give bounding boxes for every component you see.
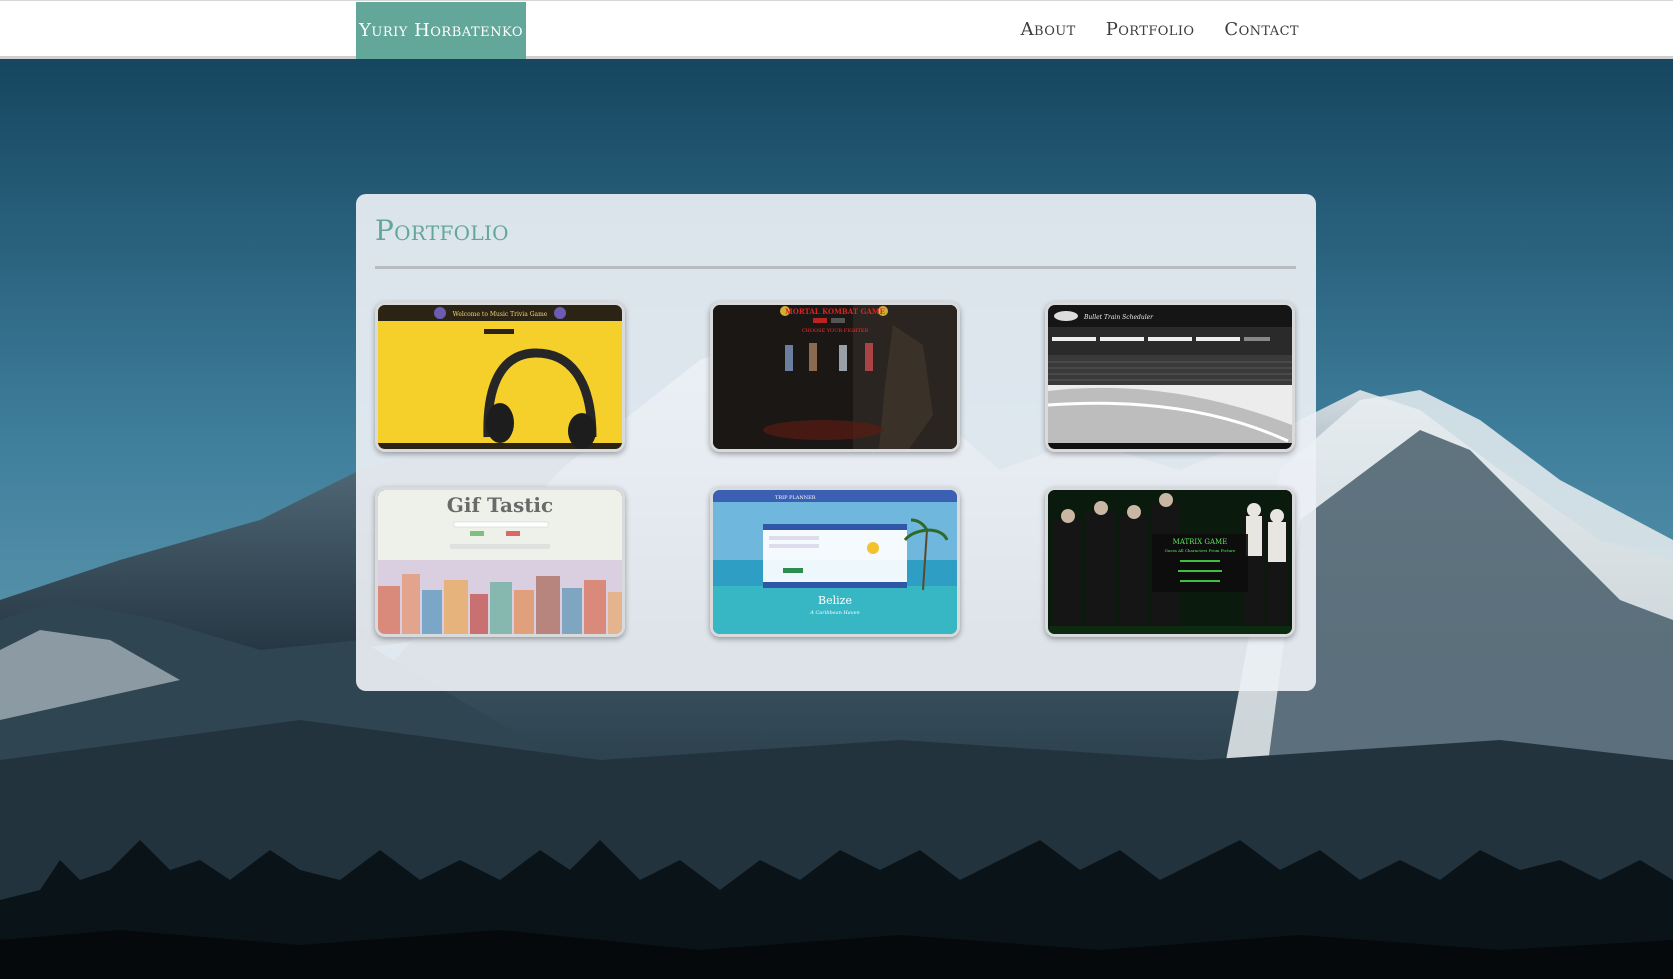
portfolio-panel: Portfolio Welcome to Music Trivia Game M… <box>356 194 1316 691</box>
project-thumbnail-trip-planner[interactable]: TRIP PLANNER Belize A Caribbean Haven <box>710 487 960 637</box>
train-image: Bullet Train Scheduler <box>1048 305 1292 449</box>
brand-link[interactable]: Yuriy Horbatenko <box>356 2 526 59</box>
project-thumbnail-train-scheduler[interactable]: Bullet Train Scheduler <box>1045 302 1295 452</box>
matrix-image: MATRIX GAME Guess All Characters From Pi… <box>1048 490 1292 634</box>
project-title: Gif Tastic <box>447 493 553 517</box>
project-header: TRIP PLANNER <box>775 495 816 501</box>
fighter-image: MORTAL KOMBAT GAME CHOOSE YOUR FIGHTER <box>713 305 957 449</box>
nav-link-contact[interactable]: Contact <box>1224 19 1299 40</box>
project-subtitle: A Caribbean Haven <box>809 610 860 616</box>
project-subtitle: CHOOSE YOUR FIGHTER <box>802 328 869 334</box>
portfolio-grid: Welcome to Music Trivia Game MORTAL KOMB… <box>375 302 1296 637</box>
city-image: Gif Tastic <box>378 490 622 634</box>
project-thumbnail-gif-tastic[interactable]: Gif Tastic <box>375 487 625 637</box>
project-title: Belize <box>818 594 852 607</box>
project-title: MATRIX GAME <box>1173 538 1228 546</box>
project-title: Bullet Train Scheduler <box>1083 314 1154 321</box>
top-navbar: Yuriy Horbatenko About Portfolio Contact <box>0 0 1673 59</box>
project-thumbnail-music-trivia[interactable]: Welcome to Music Trivia Game <box>375 302 625 452</box>
project-subtitle: Guess All Characters From Picture <box>1165 548 1236 553</box>
nav-link-about[interactable]: About <box>1021 19 1076 40</box>
project-title: Welcome to Music Trivia Game <box>453 311 548 318</box>
nav-link-portfolio[interactable]: Portfolio <box>1106 19 1195 40</box>
project-thumbnail-mortal-kombat[interactable]: MORTAL KOMBAT GAME CHOOSE YOUR FIGHTER <box>710 302 960 452</box>
portfolio-title: Portfolio <box>375 214 509 247</box>
project-title: MORTAL KOMBAT GAME <box>785 307 885 316</box>
beach-image: TRIP PLANNER Belize A Caribbean Haven <box>713 490 957 634</box>
title-divider <box>375 266 1296 269</box>
headphones-image: Welcome to Music Trivia Game <box>378 305 622 449</box>
nav-links: About Portfolio Contact <box>1021 1 1299 58</box>
project-thumbnail-matrix-game[interactable]: MATRIX GAME Guess All Characters From Pi… <box>1045 487 1295 637</box>
